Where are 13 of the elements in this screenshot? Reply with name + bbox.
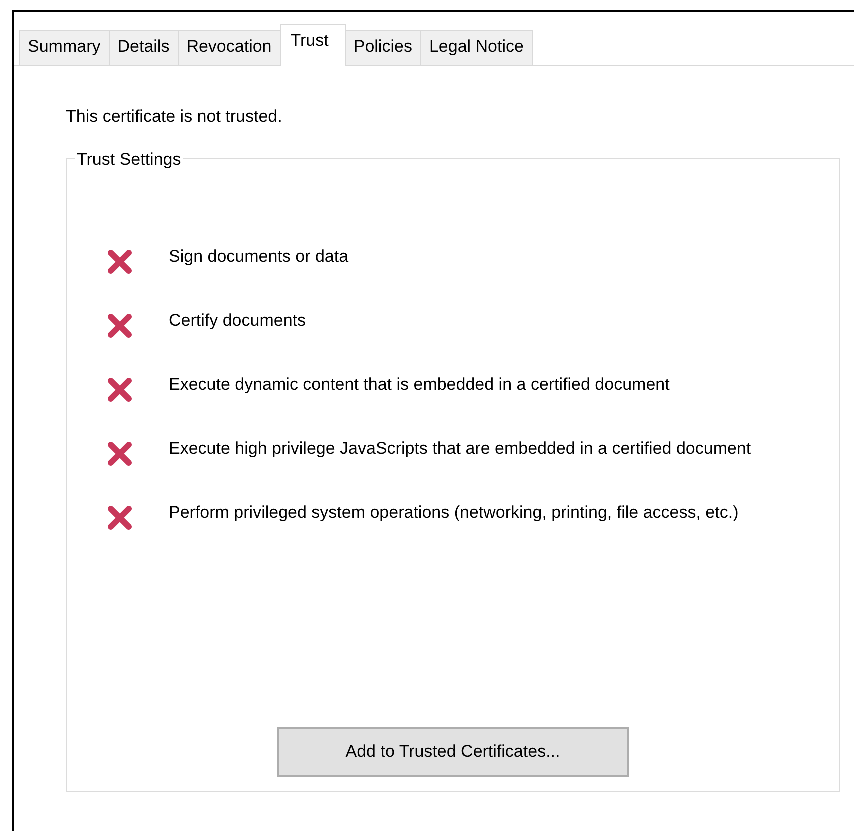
trust-setting-label: Execute high privilege JavaScripts that are embedded in a certified document: [169, 438, 752, 460]
tab[interactable]: Revocation: [178, 30, 281, 65]
status-text: This certificate is not trusted.: [66, 106, 284, 128]
tab[interactable]: Trust: [280, 24, 346, 66]
tab[interactable]: Policies: [344, 30, 422, 65]
trust-setting-label: Execute dynamic content that is embedded in a certified document: [169, 374, 670, 396]
trust-setting-label: Sign documents or data: [169, 246, 349, 268]
tab[interactable]: Summary: [19, 30, 110, 65]
trust-setting-label: Certify documents: [169, 310, 306, 332]
add-trusted-button[interactable]: Add to Trusted Certificates...: [277, 726, 629, 776]
tab[interactable]: Legal Notice: [420, 30, 533, 65]
trust-setting-label: Perform privileged system operations (networking, printing, file access, etc.): [169, 502, 739, 524]
tab[interactable]: Details: [108, 30, 179, 65]
